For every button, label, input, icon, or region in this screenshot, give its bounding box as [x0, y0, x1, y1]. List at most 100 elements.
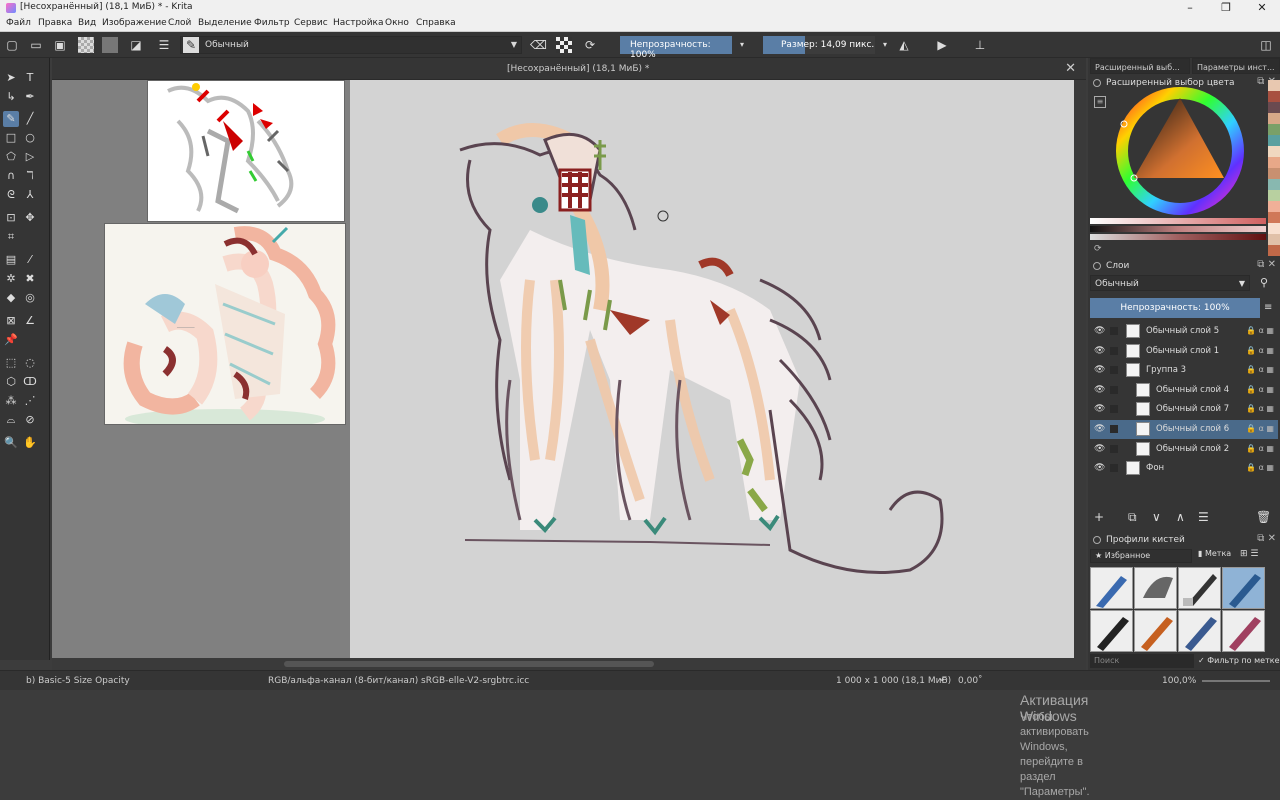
- layer-properties-icon[interactable]: ☰: [1198, 510, 1209, 524]
- layer-filter-icon[interactable]: ⚲: [1260, 276, 1268, 289]
- colorize-mask-icon[interactable]: ✲: [3, 271, 19, 287]
- menu-select[interactable]: Выделение: [198, 18, 252, 28]
- duplicate-layer-icon[interactable]: ⧉: [1128, 510, 1137, 525]
- visibility-eye-icon[interactable]: 👁: [1094, 385, 1105, 395]
- close-document-icon[interactable]: ✕: [1065, 61, 1076, 76]
- freehand-select-icon[interactable]: ↀ: [22, 374, 38, 390]
- visibility-eye-icon[interactable]: 👁: [1094, 444, 1105, 454]
- size-arrow-icon[interactable]: ▾: [877, 37, 893, 53]
- color-settings-icon[interactable]: ≡: [1094, 96, 1106, 108]
- layer-lock-alpha-icons[interactable]: 🔒 α ▦: [1246, 365, 1274, 374]
- contiguous-select-icon[interactable]: ⁂: [3, 393, 19, 409]
- menu-tools[interactable]: Сервис: [294, 18, 328, 28]
- visibility-eye-icon[interactable]: 👁: [1094, 463, 1105, 473]
- brush-preset[interactable]: [1222, 610, 1265, 652]
- pan-tool-icon[interactable]: ✋: [22, 435, 38, 451]
- eraser-mode-icon[interactable]: ⌫: [530, 37, 547, 53]
- visibility-eye-icon[interactable]: 👁: [1094, 365, 1105, 375]
- layer-lock-alpha-icons[interactable]: 🔒 α ▦: [1246, 404, 1274, 413]
- pattern-swatch[interactable]: [102, 37, 118, 53]
- polygon-tool-icon[interactable]: ⬠: [3, 149, 19, 165]
- tab-advanced-color[interactable]: Расширенный выб...: [1090, 58, 1190, 74]
- fg-bg-color-icon[interactable]: ◪: [128, 37, 144, 53]
- visibility-eye-icon[interactable]: 👁: [1094, 326, 1105, 336]
- menu-layer[interactable]: Слой: [168, 18, 191, 28]
- brush-tag-button[interactable]: ▮ Метка: [1198, 549, 1231, 558]
- edit-brush-settings-icon[interactable]: ☰: [156, 37, 172, 53]
- open-document-icon[interactable]: ▭: [28, 37, 44, 53]
- brush-preset[interactable]: [1178, 610, 1221, 652]
- menu-image[interactable]: Изображение: [102, 18, 167, 28]
- brush-float-close-icons[interactable]: ⧉ ✕: [1257, 533, 1276, 544]
- color-history-bar-2[interactable]: [1090, 226, 1266, 232]
- document-tab[interactable]: [Несохранённый] (18,1 МиБ) * ✕: [52, 58, 1086, 80]
- preserve-alpha-icon[interactable]: [556, 37, 572, 53]
- layer-row[interactable]: 👁 Группа 3 🔒 α ▦: [1090, 361, 1278, 380]
- dynamic-brush-icon[interactable]: ᘓ: [3, 187, 19, 203]
- brush-grid-icon[interactable]: ⊞ ☰: [1240, 549, 1258, 559]
- opacity-slider[interactable]: Непрозрачность: 100%: [620, 36, 732, 60]
- layer-select-checkbox[interactable]: [1110, 425, 1118, 433]
- color-wheel[interactable]: [1112, 86, 1248, 216]
- layer-lock-alpha-icons[interactable]: 🔒 α ▦: [1246, 346, 1274, 355]
- visibility-eye-icon[interactable]: 👁: [1094, 346, 1105, 356]
- menu-filter[interactable]: Фильтр: [254, 18, 290, 28]
- brush-preset[interactable]: [1178, 567, 1221, 609]
- scrollbar-thumb[interactable]: [284, 661, 654, 667]
- delete-layer-icon[interactable]: 🗑: [1256, 510, 1271, 524]
- layer-row[interactable]: 👁 Обычный слой 7 🔒 α ▦: [1090, 400, 1278, 419]
- close-window-icon[interactable]: ✕: [1244, 0, 1280, 16]
- reference-image-colored[interactable]: _____: [104, 223, 346, 425]
- layer-select-checkbox[interactable]: [1110, 405, 1118, 414]
- layer-row[interactable]: 👁 Фон 🔒 α ▦: [1090, 459, 1278, 478]
- layer-row[interactable]: 👁 Обычный слой 4 🔒 α ▦: [1090, 381, 1278, 400]
- calligraphy-icon[interactable]: ✒: [22, 89, 38, 105]
- menu-file[interactable]: Файл: [6, 18, 31, 28]
- fill-tool-icon[interactable]: ◆: [3, 290, 19, 306]
- smart-patch-icon[interactable]: ✖: [22, 271, 38, 287]
- brush-preset[interactable]: [1134, 610, 1177, 652]
- layers-float-close-icons[interactable]: ⧉ ✕: [1257, 259, 1276, 270]
- layer-lock-alpha-icons[interactable]: 🔒 α ▦: [1246, 424, 1274, 433]
- similar-select-icon[interactable]: ⋰: [22, 393, 38, 409]
- layout-icon[interactable]: ◫: [1258, 37, 1274, 53]
- tab-tool-options[interactable]: Параметры инст...: [1192, 58, 1280, 74]
- layer-lock-alpha-icons[interactable]: 🔒 α ▦: [1246, 463, 1274, 472]
- minimize-icon[interactable]: –: [1172, 0, 1208, 16]
- brush-search-input[interactable]: Поиск: [1090, 654, 1194, 668]
- polygon-select-icon[interactable]: ⬡: [3, 374, 19, 390]
- menu-settings[interactable]: Настройка: [333, 18, 384, 28]
- zoom-slider[interactable]: [1202, 680, 1270, 682]
- layer-row[interactable]: 👁 Обычный слой 6 🔒 α ▦: [1090, 420, 1278, 439]
- enclose-fill-icon[interactable]: ◎: [22, 290, 38, 306]
- size-slider[interactable]: Размер: 14,09 пикс.: [763, 36, 875, 54]
- freehand-path-icon[interactable]: ℸ: [22, 168, 38, 184]
- mirror-vertical-icon[interactable]: ▶: [934, 37, 950, 53]
- layer-select-checkbox[interactable]: [1110, 366, 1118, 375]
- brush-preset[interactable]: [1090, 610, 1133, 652]
- layer-opacity-slider[interactable]: Непрозрачность: 100%: [1090, 298, 1260, 318]
- status-zoom[interactable]: 100,0%: [1162, 676, 1196, 686]
- layer-blend-mode-select[interactable]: Обычный ▼: [1090, 275, 1250, 291]
- gradient-tool-icon[interactable]: ▤: [3, 252, 19, 268]
- zoom-tool-icon[interactable]: 🔍: [3, 435, 19, 451]
- gradient-swatch[interactable]: [78, 37, 94, 53]
- layer-row[interactable]: 👁 Обычный слой 5 🔒 α ▦: [1090, 322, 1278, 341]
- assistant-tool-icon[interactable]: ⊠: [3, 313, 19, 329]
- bezier-tool-icon[interactable]: ∩: [3, 168, 19, 184]
- move-layer-up-icon[interactable]: ∧: [1176, 510, 1185, 524]
- status-rotation[interactable]: 0,00˚: [958, 676, 983, 686]
- layer-lock-alpha-icons[interactable]: 🔒 α ▦: [1246, 444, 1274, 453]
- move-tool-icon[interactable]: ✥: [22, 210, 38, 226]
- ellipse-select-icon[interactable]: ◌: [22, 355, 38, 371]
- layer-select-checkbox[interactable]: [1110, 327, 1118, 335]
- text-tool-icon[interactable]: T: [22, 70, 38, 86]
- brush-preset[interactable]: [1090, 567, 1133, 609]
- opacity-arrow-icon[interactable]: ▾: [734, 37, 750, 53]
- edit-shapes-icon[interactable]: ↳: [3, 89, 19, 105]
- menu-help[interactable]: Справка: [416, 18, 456, 28]
- add-layer-icon[interactable]: +: [1094, 510, 1104, 524]
- freehand-brush-icon[interactable]: ✎: [3, 111, 19, 127]
- mirror-horizontal-icon[interactable]: ◭: [896, 37, 912, 53]
- layer-select-checkbox[interactable]: [1110, 444, 1118, 453]
